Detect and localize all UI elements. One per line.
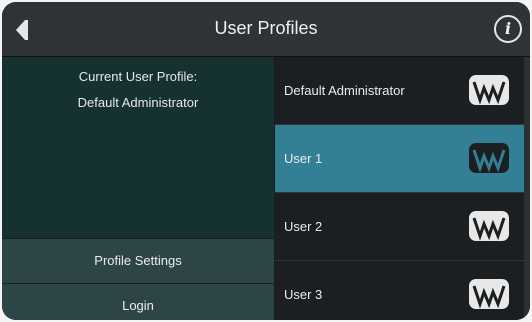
login-button[interactable]: Login (2, 284, 274, 320)
profile-item-label: User 3 (284, 287, 323, 302)
profile-item-default-administrator[interactable]: Default Administrator (275, 57, 524, 125)
page-title: User Profiles (214, 18, 318, 38)
current-profile-name: Default Administrator (77, 95, 199, 110)
presonus-logo-icon (469, 211, 509, 241)
profile-item-user-3[interactable]: User 3 (275, 261, 524, 320)
current-profile-panel: Current User Profile: Default Administra… (2, 57, 274, 238)
profile-item-label: Default Administrator (284, 83, 405, 98)
info-icon[interactable]: i (494, 15, 522, 43)
profile-item-user-1[interactable]: User 1 (275, 125, 524, 193)
presonus-logo-icon (469, 279, 509, 309)
profile-settings-button[interactable]: Profile Settings (2, 239, 274, 283)
app-window: User Profiles i Current User Profile: De… (2, 2, 530, 320)
presonus-logo-icon (469, 75, 509, 105)
profile-list: Default Administrator User 1 User 2 User… (275, 57, 524, 320)
presonus-logo-icon (469, 143, 509, 173)
scrollbar[interactable] (524, 57, 530, 320)
title-bar: User Profiles i (2, 2, 530, 57)
current-profile-label: Current User Profile: (78, 69, 198, 84)
profile-item-user-2[interactable]: User 2 (275, 193, 524, 261)
profile-item-label: User 1 (284, 151, 323, 166)
profile-item-label: User 2 (284, 219, 323, 234)
